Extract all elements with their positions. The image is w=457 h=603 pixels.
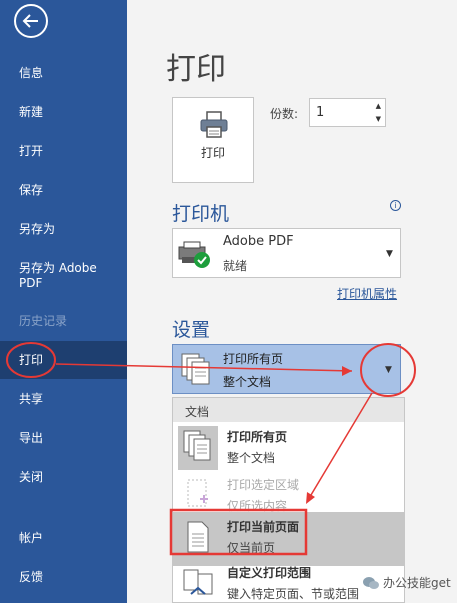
- printer-heading: 打印机: [172, 203, 230, 225]
- print-range-menu: 文档 打印所有页 整个文档 打印选定区域 仅所选内容 打印当前页面 仅当前页 自…: [172, 397, 405, 603]
- menu-group-header-label: 文档: [185, 405, 210, 419]
- sidebar-item-save-as-pdf[interactable]: 另存为 Adobe PDF: [0, 261, 110, 291]
- all-pages-icon: [181, 353, 210, 385]
- print-range-title: 打印所有页: [223, 352, 284, 366]
- back-button[interactable]: [14, 4, 48, 38]
- current-page-icon: [178, 516, 218, 560]
- menu-group-header: 文档: [173, 398, 404, 422]
- sidebar-item-open[interactable]: 打开: [0, 144, 127, 159]
- menu-item-title: 打印选定区域: [227, 478, 300, 492]
- printer-ready-icon: [178, 241, 210, 268]
- sidebar-item-account[interactable]: 帐户: [0, 531, 127, 546]
- copies-label: 份数:: [270, 107, 299, 121]
- copies-stepper[interactable]: 1 ▲ ▼: [309, 98, 386, 127]
- print-button-label: 打印: [200, 146, 225, 160]
- menu-item-title: 打印所有页: [227, 430, 288, 444]
- chevron-down-icon[interactable]: ▼: [385, 365, 392, 375]
- printer-status: 就绪: [223, 259, 248, 273]
- spin-up-icon[interactable]: ▲: [376, 102, 381, 110]
- settings-heading: 设置: [172, 319, 211, 341]
- sidebar-item-export[interactable]: 导出: [0, 431, 127, 446]
- sidebar-item-print-label: 打印: [19, 352, 44, 367]
- printer-icon: [200, 111, 228, 138]
- sidebar-item-share[interactable]: 共享: [0, 392, 127, 407]
- printer-dropdown[interactable]: Adobe PDF 就绪 ▼: [172, 228, 401, 278]
- menu-item-subtitle: 键入特定页面、节或范围: [227, 587, 360, 601]
- menu-item-subtitle: 仅当前页: [227, 541, 276, 555]
- page-title: 打印: [166, 52, 226, 87]
- wechat-icon: [363, 576, 379, 589]
- watermark-text: 办公技能get: [383, 576, 451, 590]
- print-range-subtitle: 整个文档: [223, 375, 272, 389]
- watermark: 办公技能get: [363, 574, 451, 591]
- backstage-sidebar: 信息 新建 打开 保存 另存为 另存为 Adobe PDF 历史记录 打印 共享…: [0, 0, 127, 603]
- sidebar-item-save[interactable]: 保存: [0, 183, 127, 198]
- sidebar-item-feedback[interactable]: 反馈: [0, 570, 127, 585]
- custom-range-icon: [178, 562, 218, 603]
- print-button[interactable]: 打印: [172, 97, 254, 183]
- menu-item-print-all-pages[interactable]: 打印所有页 整个文档: [173, 422, 404, 476]
- menu-item-subtitle: 整个文档: [227, 451, 276, 465]
- printer-name: Adobe PDF: [223, 234, 294, 249]
- copies-value: 1: [316, 105, 325, 120]
- arrow-left-icon: [22, 14, 38, 28]
- menu-item-title: 打印当前页面: [227, 520, 300, 534]
- printer-properties-link[interactable]: 打印机属性: [337, 285, 397, 302]
- sidebar-item-save-as[interactable]: 另存为: [0, 222, 127, 237]
- sidebar-item-info[interactable]: 信息: [0, 66, 127, 81]
- spin-down-icon[interactable]: ▼: [376, 115, 381, 123]
- sidebar-item-close[interactable]: 关闭: [0, 470, 127, 485]
- menu-item-title: 自定义打印范围: [227, 566, 312, 580]
- info-icon[interactable]: i: [390, 200, 401, 211]
- sidebar-item-history: 历史记录: [19, 314, 68, 328]
- chevron-down-icon: ▼: [386, 249, 393, 259]
- sidebar-item-print[interactable]: 打印: [0, 341, 127, 379]
- print-range-dropdown[interactable]: 打印所有页 整个文档 ▼: [172, 344, 401, 394]
- all-pages-icon: [178, 426, 218, 470]
- sidebar-item-new[interactable]: 新建: [0, 105, 127, 120]
